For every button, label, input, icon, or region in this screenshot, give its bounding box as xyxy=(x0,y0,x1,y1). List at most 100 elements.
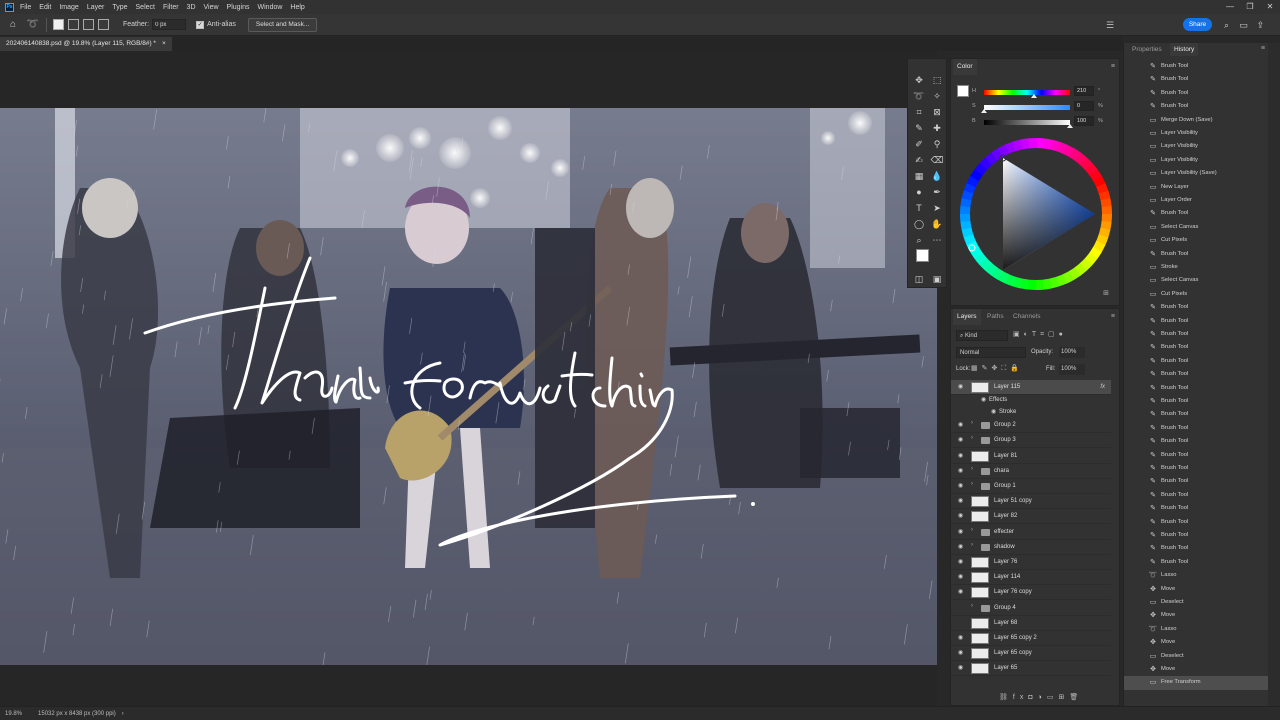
menu-item-edit[interactable]: Edit xyxy=(39,4,51,11)
visibility-eye-icon[interactable] xyxy=(956,604,965,613)
fx-button-icon[interactable]: fx xyxy=(1013,694,1028,701)
slider-thumb[interactable] xyxy=(981,109,987,113)
history-item[interactable]: ➰ Lasso xyxy=(1124,623,1269,636)
tab-channels[interactable]: Channels xyxy=(1009,309,1044,325)
move-tool-icon[interactable]: ✥ xyxy=(912,73,926,87)
visibility-eye-icon[interactable]: ◉ xyxy=(956,649,965,658)
layer-row[interactable]: ◉ Layer 76 copy xyxy=(951,585,1111,601)
history-item[interactable]: ▭ Merge Down (Save) xyxy=(1124,114,1269,127)
quick-mask-icon[interactable]: ◫ xyxy=(912,272,926,286)
shape-tool-icon[interactable]: ◯ xyxy=(912,217,926,231)
effect-eye-icon[interactable]: ◉ xyxy=(989,408,998,417)
adjustment-icon[interactable]: ◑ xyxy=(1038,694,1047,701)
chevron-right-icon[interactable]: › xyxy=(971,420,973,426)
hand-tool-icon[interactable]: ✋ xyxy=(930,217,944,231)
menu-item-image[interactable]: Image xyxy=(59,4,78,11)
add-mask-icon[interactable]: ◘ xyxy=(1028,694,1037,701)
blend-mode-select[interactable]: Normal xyxy=(956,347,1026,358)
layer-row[interactable]: ◉ › shadow xyxy=(951,540,1111,555)
photoshop-logo-icon[interactable]: Ps xyxy=(5,2,14,12)
brightness-value[interactable]: 100 xyxy=(1074,116,1094,126)
chevron-right-icon[interactable]: › xyxy=(971,481,973,487)
slider-thumb[interactable] xyxy=(1067,124,1073,128)
history-item[interactable]: ✎ Brush Tool xyxy=(1124,301,1269,314)
history-scrollbar[interactable] xyxy=(1268,43,1280,706)
history-menu-icon[interactable]: ≡ xyxy=(1261,45,1265,53)
link-layers-icon[interactable]: ⛓ xyxy=(999,694,1013,701)
color-wheel[interactable] xyxy=(955,133,1117,295)
slider-thumb[interactable] xyxy=(1030,94,1037,98)
dodge-tool-icon[interactable]: ● xyxy=(912,185,926,199)
menu-item-plugins[interactable]: Plugins xyxy=(227,4,250,11)
history-item[interactable]: ✎ Brush Tool xyxy=(1124,341,1269,354)
zoom-tool-icon[interactable]: ⌕ xyxy=(912,233,926,247)
workspace-icon[interactable]: ☰ xyxy=(1102,17,1118,33)
history-item[interactable]: ✎ Brush Tool xyxy=(1124,516,1269,529)
chevron-right-icon[interactable]: › xyxy=(971,527,973,533)
history-item[interactable]: ✎ Brush Tool xyxy=(1124,355,1269,368)
layer-filter[interactable]: ⌕ Kind xyxy=(956,330,1008,341)
eyedropper-icon[interactable]: ✎ xyxy=(912,121,926,135)
gradient-tool-icon[interactable]: ▦ xyxy=(912,169,926,183)
layer-row[interactable]: ◉ › Group 2 xyxy=(951,418,1111,434)
menu-item-file[interactable]: File xyxy=(20,4,31,11)
fx-badge[interactable]: fx xyxy=(1100,380,1105,395)
visibility-eye-icon[interactable]: ◉ xyxy=(956,383,965,392)
history-item[interactable]: ✎ Brush Tool xyxy=(1124,100,1269,113)
visibility-eye-icon[interactable]: ◉ xyxy=(956,543,965,552)
effect-eye-icon[interactable]: ◉ xyxy=(979,396,988,405)
history-item[interactable]: ✎ Brush Tool xyxy=(1124,395,1269,408)
intersect-selection-icon[interactable] xyxy=(98,19,109,30)
menu-item-layer[interactable]: Layer xyxy=(87,4,105,11)
zoom-level[interactable]: 19.8% xyxy=(5,711,22,717)
visibility-eye-icon[interactable]: ◉ xyxy=(956,452,965,461)
fg-color-chip[interactable] xyxy=(957,85,969,97)
visibility-eye-icon[interactable] xyxy=(956,619,965,628)
history-brush-icon[interactable]: ✍ xyxy=(912,153,926,167)
history-item[interactable]: ▭ Cut Pixels xyxy=(1124,234,1269,247)
history-item[interactable]: ✎ Brush Tool xyxy=(1124,328,1269,341)
visibility-eye-icon[interactable]: ◉ xyxy=(956,528,965,537)
chevron-right-icon[interactable]: › xyxy=(971,542,973,548)
history-item[interactable]: ▭ Select Canvas xyxy=(1124,221,1269,234)
panel-menu-icon[interactable]: ≡ xyxy=(1111,63,1115,71)
new-selection-icon[interactable] xyxy=(53,19,64,30)
marquee-tool-icon[interactable]: ⬚ xyxy=(930,73,944,87)
history-item[interactable]: ✎ Brush Tool xyxy=(1124,207,1269,220)
close-tab-icon[interactable]: × xyxy=(162,37,166,51)
history-item[interactable]: ✎ Brush Tool xyxy=(1124,489,1269,502)
healing-brush-icon[interactable]: ✚ xyxy=(930,121,944,135)
history-item[interactable]: ▭ Layer Visibility (Save) xyxy=(1124,167,1269,180)
status-arrow-icon[interactable]: › xyxy=(122,711,124,717)
stamp-tool-icon[interactable]: ⚲ xyxy=(930,137,944,151)
history-item[interactable]: ✥ Move xyxy=(1124,663,1269,676)
layer-row[interactable]: ◉ Layer 65 copy 2 xyxy=(951,631,1111,646)
lock-icons[interactable]: ▦✎✥⛶🔒 xyxy=(971,364,1023,373)
layer-row[interactable]: ◉ Layer 76 xyxy=(951,555,1111,570)
history-item[interactable]: ➰ Lasso xyxy=(1124,569,1269,582)
share-doc-icon[interactable]: ⇪ xyxy=(1252,17,1269,33)
visibility-eye-icon[interactable]: ◉ xyxy=(956,482,965,491)
history-item[interactable]: ✎ Brush Tool xyxy=(1124,87,1269,100)
saturation-value[interactable]: 0 xyxy=(1074,101,1094,111)
menu-item-window[interactable]: Window xyxy=(258,4,283,11)
visibility-eye-icon[interactable]: ◉ xyxy=(956,421,965,430)
fill-value[interactable]: 100% xyxy=(1059,364,1085,375)
menu-item-3d[interactable]: 3D xyxy=(187,4,196,11)
delete-layer-icon[interactable]: 🗑 xyxy=(1069,694,1083,701)
crop-tool-icon[interactable]: ⌗ xyxy=(912,105,926,119)
restore-button[interactable]: ❐ xyxy=(1240,0,1260,14)
more-tools-icon[interactable]: ⋯ xyxy=(930,233,944,247)
new-group-icon[interactable]: ▭ xyxy=(1047,694,1059,701)
history-item[interactable]: ✎ Brush Tool xyxy=(1124,502,1269,515)
layer-row[interactable]: ◉ › Group 1 xyxy=(951,479,1111,494)
frame-tool-icon[interactable]: ⊠ xyxy=(930,105,944,119)
layer-row[interactable]: Layer 68 xyxy=(951,616,1111,631)
history-item[interactable]: ▭ Select Canvas xyxy=(1124,274,1269,287)
visibility-eye-icon[interactable]: ◉ xyxy=(956,436,965,445)
workspace-switcher-icon[interactable]: ▭ xyxy=(1235,17,1252,33)
history-item[interactable]: ▭ Layer Order xyxy=(1124,194,1269,207)
lasso-tool-icon[interactable]: ➰ xyxy=(26,18,40,32)
chevron-right-icon[interactable]: › xyxy=(971,603,973,609)
history-item[interactable]: ▭ Deselect xyxy=(1124,650,1269,663)
